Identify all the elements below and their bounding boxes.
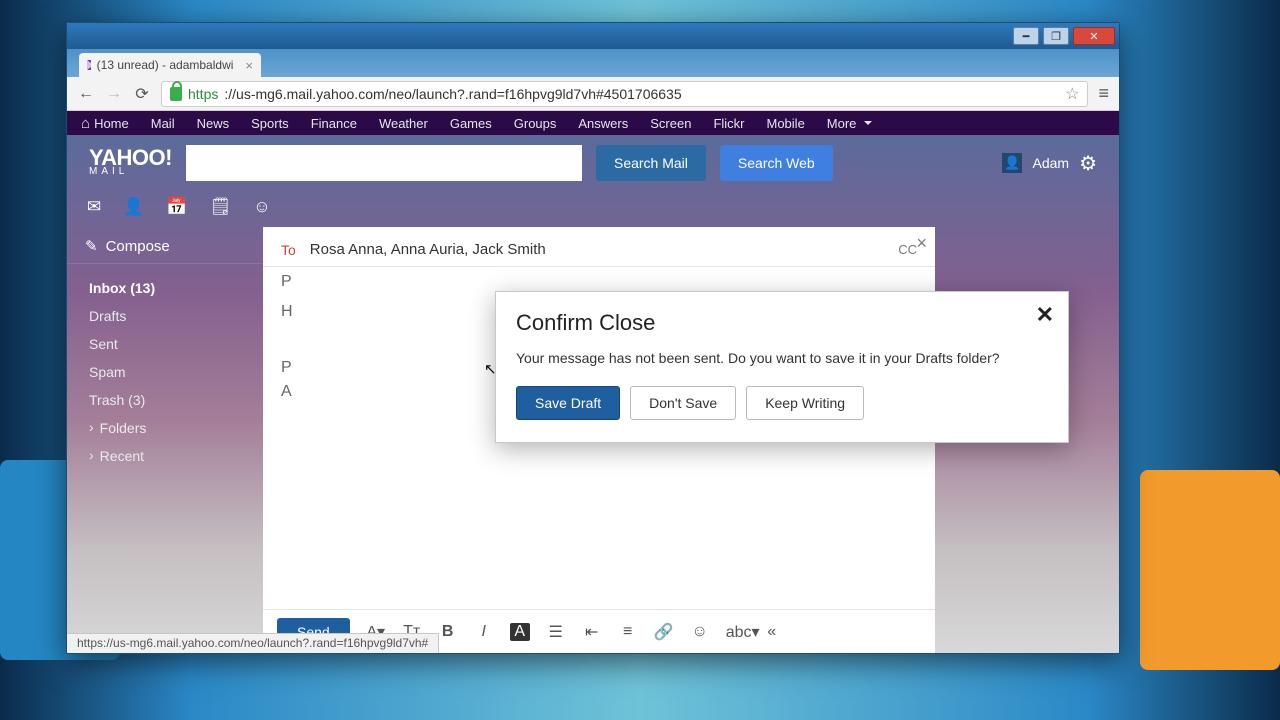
- url-scheme: https: [188, 86, 218, 102]
- browser-window: ━ ❐ ✕ (13 unread) - adambaldwi × ← → ⟳ h…: [66, 22, 1120, 654]
- to-row: To Rosa Anna, Anna Auria, Jack Smith CC: [263, 227, 935, 267]
- tab-title: (13 unread) - adambaldwi: [97, 58, 234, 72]
- mail-app: YAHOO! MAIL Search Mail Search Web 👤 Ada…: [67, 135, 1119, 653]
- url-input[interactable]: https ://us-mg6.mail.yahoo.com/neo/launch…: [161, 81, 1088, 107]
- modal-close-button[interactable]: ✕: [1036, 302, 1054, 328]
- sidebar: Compose Inbox (13) Drafts Sent Spam Tras…: [67, 227, 263, 653]
- sidebar-item-sent[interactable]: Sent: [67, 330, 263, 358]
- nav-home[interactable]: Home: [81, 115, 129, 132]
- cc-link[interactable]: CC: [898, 242, 917, 257]
- contacts-icon[interactable]: 👤: [123, 197, 144, 217]
- dont-save-button[interactable]: Don't Save: [630, 386, 736, 420]
- search-input[interactable]: [186, 145, 582, 181]
- status-bar-url: https://us-mg6.mail.yahoo.com/neo/launch…: [67, 633, 439, 653]
- to-label: To: [281, 242, 296, 258]
- indent-icon[interactable]: ⇤: [582, 622, 602, 642]
- bookmark-star-icon[interactable]: ☆: [1065, 84, 1079, 104]
- confirm-close-modal: ✕ Confirm Close Your message has not bee…: [495, 291, 1069, 443]
- yahoo-topnav: Home Mail News Sports Finance Weather Ga…: [67, 111, 1119, 135]
- settings-gear-icon[interactable]: ⚙: [1079, 151, 1097, 176]
- sidebar-item-inbox[interactable]: Inbox (13): [67, 274, 263, 302]
- window-minimize-button[interactable]: ━: [1013, 27, 1039, 45]
- nav-groups[interactable]: Groups: [514, 116, 557, 131]
- tab-close-icon[interactable]: ×: [239, 58, 253, 73]
- user-name[interactable]: Adam: [1032, 155, 1069, 171]
- modal-message: Your message has not been sent. Do you w…: [516, 350, 1048, 366]
- compose-button[interactable]: Compose: [67, 229, 263, 264]
- address-bar: ← → ⟳ https ://us-mg6.mail.yahoo.com/neo/…: [67, 77, 1119, 111]
- nav-finance[interactable]: Finance: [311, 116, 357, 131]
- reload-button[interactable]: ⟳: [133, 84, 151, 104]
- app-icon-row: ✉ 👤 📅 🗒 ☺: [67, 191, 1119, 227]
- mail-favicon-icon: [87, 60, 91, 70]
- sidebar-item-trash[interactable]: Trash (3): [67, 386, 263, 414]
- search-mail-button[interactable]: Search Mail: [596, 145, 706, 181]
- keep-writing-button[interactable]: Keep Writing: [746, 386, 864, 420]
- window-maximize-button[interactable]: ❐: [1043, 27, 1069, 45]
- forward-button: →: [105, 85, 123, 103]
- yahoo-mail-logo[interactable]: YAHOO! MAIL: [89, 149, 172, 176]
- messenger-icon[interactable]: ☺: [253, 197, 270, 217]
- link-icon[interactable]: 🔗: [654, 622, 674, 642]
- sidebar-item-recent[interactable]: Recent: [67, 442, 263, 470]
- search-web-button[interactable]: Search Web: [720, 145, 833, 181]
- browser-tab[interactable]: (13 unread) - adambaldwi ×: [79, 53, 261, 77]
- nav-mail[interactable]: Mail: [151, 116, 175, 131]
- calendar-icon[interactable]: 📅: [166, 197, 187, 217]
- nav-news[interactable]: News: [197, 116, 230, 131]
- nav-games[interactable]: Games: [450, 116, 492, 131]
- mail-icon[interactable]: ✉: [87, 197, 101, 217]
- modal-title: Confirm Close: [516, 310, 1048, 336]
- italic-icon[interactable]: I: [474, 623, 494, 641]
- browser-menu-icon[interactable]: ≡: [1098, 83, 1109, 104]
- header-row: YAHOO! MAIL Search Mail Search Web 👤 Ada…: [67, 135, 1119, 191]
- nav-flickr[interactable]: Flickr: [713, 116, 744, 131]
- window-titlebar: ━ ❐ ✕: [67, 23, 1119, 49]
- avatar-icon[interactable]: 👤: [1002, 153, 1022, 173]
- nav-mobile[interactable]: Mobile: [767, 116, 805, 131]
- bold-icon[interactable]: B: [438, 623, 458, 641]
- main-columns: Compose Inbox (13) Drafts Sent Spam Tras…: [67, 227, 1119, 653]
- bullet-list-icon[interactable]: ☰: [546, 622, 566, 642]
- text-color-icon[interactable]: A: [510, 623, 530, 641]
- compose-panel: × To Rosa Anna, Anna Auria, Jack Smith C…: [263, 227, 935, 653]
- nav-more[interactable]: More: [827, 116, 873, 131]
- notepad-icon[interactable]: 🗒: [210, 197, 232, 217]
- align-icon[interactable]: ≡: [618, 623, 638, 641]
- back-button[interactable]: ←: [77, 85, 95, 103]
- nav-sports[interactable]: Sports: [251, 116, 289, 131]
- emoji-icon[interactable]: ☺: [690, 623, 710, 641]
- sidebar-item-spam[interactable]: Spam: [67, 358, 263, 386]
- collapse-icon[interactable]: «: [762, 623, 782, 641]
- save-draft-button[interactable]: Save Draft: [516, 386, 620, 420]
- lock-icon: [170, 87, 182, 101]
- tab-strip: (13 unread) - adambaldwi ×: [67, 49, 1119, 77]
- window-close-button[interactable]: ✕: [1073, 27, 1115, 45]
- compose-close-button[interactable]: ×: [916, 233, 927, 254]
- spellcheck-icon[interactable]: abc▾: [726, 622, 746, 642]
- recipients-field[interactable]: Rosa Anna, Anna Auria, Jack Smith: [310, 241, 546, 258]
- nav-weather[interactable]: Weather: [379, 116, 428, 131]
- sidebar-item-drafts[interactable]: Drafts: [67, 302, 263, 330]
- nav-screen[interactable]: Screen: [650, 116, 691, 131]
- nav-answers[interactable]: Answers: [578, 116, 628, 131]
- url-text: ://us-mg6.mail.yahoo.com/neo/launch?.ran…: [224, 86, 681, 102]
- desktop-decoration: [1140, 470, 1280, 670]
- sidebar-item-folders[interactable]: Folders: [67, 414, 263, 442]
- user-area: 👤 Adam ⚙: [1002, 151, 1097, 176]
